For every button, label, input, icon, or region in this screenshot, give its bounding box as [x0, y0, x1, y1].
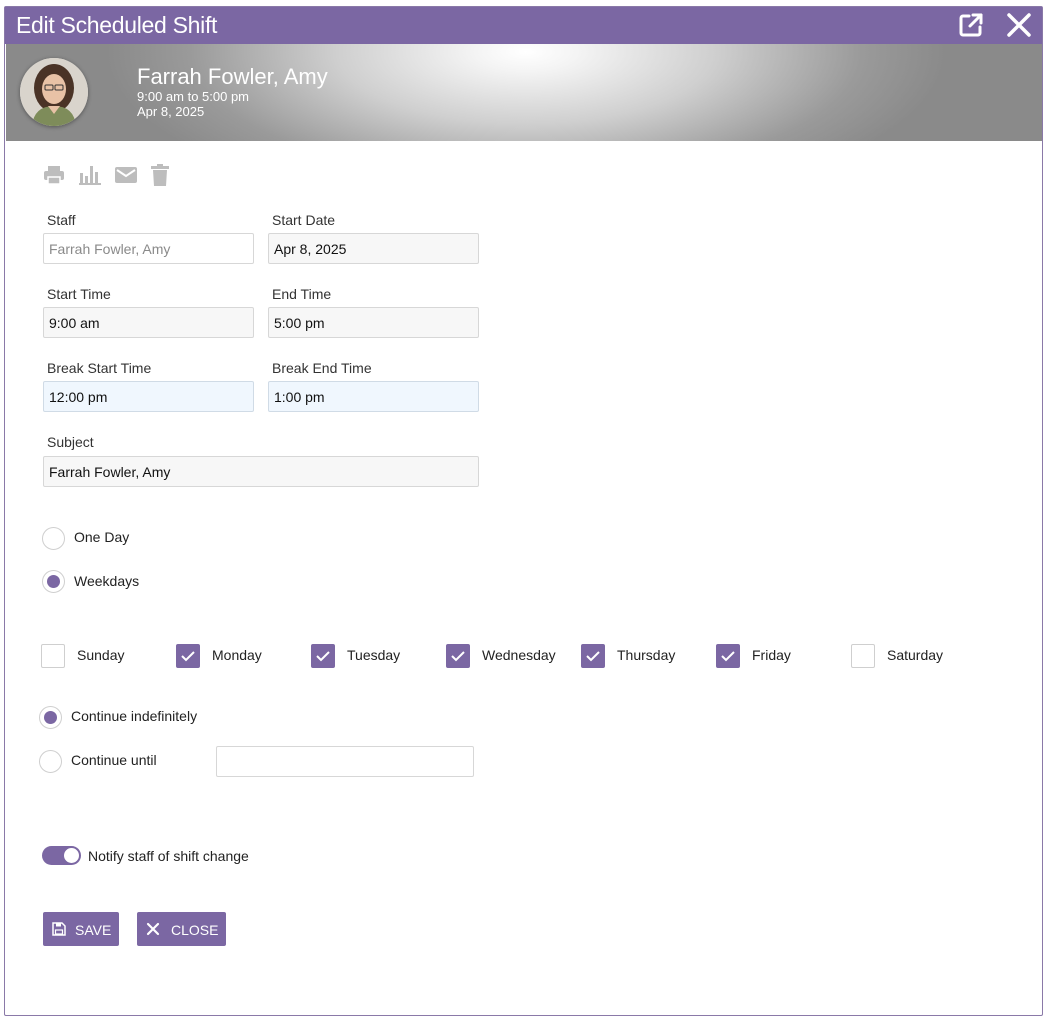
shift-date: Apr 8, 2025	[137, 104, 205, 119]
edit-shift-dialog: Edit Scheduled Shift Farrah Fowler, Amy …	[4, 6, 1043, 1016]
avatar	[20, 58, 88, 126]
dialog-titlebar: Edit Scheduled Shift	[5, 7, 1042, 44]
start-time-label: Start Time	[47, 286, 111, 302]
check-icon	[586, 651, 600, 662]
continue-until-label: Continue until	[71, 752, 157, 768]
chart-icon[interactable]	[78, 163, 102, 187]
thursday-checkbox[interactable]	[581, 644, 605, 668]
friday-label: Friday	[752, 647, 791, 663]
end-time-field[interactable]	[268, 307, 479, 338]
staff-name: Farrah Fowler, Amy	[137, 64, 328, 89]
start-time-field[interactable]	[43, 307, 254, 338]
trash-icon[interactable]	[148, 163, 172, 187]
email-icon[interactable]	[114, 163, 138, 187]
thursday-label: Thursday	[617, 647, 676, 663]
continue-until-radio[interactable]	[39, 750, 62, 773]
continue-indefinitely-radio[interactable]	[39, 706, 62, 729]
shift-time-range: 9:00 am to 5:00 pm	[137, 89, 250, 104]
one-day-label: One Day	[74, 529, 130, 545]
continue-indefinitely-label: Continue indefinitely	[71, 708, 198, 724]
continue-until-date-field[interactable]	[216, 746, 474, 777]
subject-field[interactable]	[43, 456, 479, 487]
break-end-label: Break End Time	[272, 360, 372, 376]
save-button[interactable]: SAVE	[43, 912, 119, 946]
tuesday-checkbox[interactable]	[311, 644, 335, 668]
close-button[interactable]: CLOSE	[137, 912, 226, 946]
friday-checkbox[interactable]	[716, 644, 740, 668]
sunday-checkbox[interactable]	[41, 644, 65, 668]
print-icon[interactable]	[42, 163, 66, 187]
toggle-knob	[64, 848, 79, 863]
staff-field[interactable]	[43, 233, 254, 264]
tuesday-label: Tuesday	[347, 647, 401, 663]
staff-label: Staff	[47, 212, 76, 228]
start-date-field[interactable]	[268, 233, 479, 264]
subject-label: Subject	[47, 434, 94, 450]
one-day-radio[interactable]	[42, 527, 65, 550]
saturday-checkbox[interactable]	[851, 644, 875, 668]
break-start-field[interactable]	[43, 381, 254, 412]
wednesday-checkbox[interactable]	[446, 644, 470, 668]
sunday-label: Sunday	[77, 647, 125, 663]
save-icon	[52, 922, 66, 936]
start-date-label: Start Date	[272, 212, 336, 228]
close-label: CLOSE	[171, 922, 219, 938]
break-end-field[interactable]	[268, 381, 479, 412]
wednesday-label: Wednesday	[482, 647, 556, 663]
check-icon	[316, 651, 330, 662]
notify-label: Notify staff of shift change	[88, 848, 249, 864]
check-icon	[451, 651, 465, 662]
save-label: SAVE	[75, 922, 112, 938]
weekdays-label: Weekdays	[74, 573, 140, 589]
external-link-icon[interactable]	[957, 11, 985, 39]
close-icon	[146, 922, 160, 936]
notify-toggle[interactable]	[42, 846, 81, 865]
check-icon	[721, 651, 735, 662]
break-start-label: Break Start Time	[47, 360, 152, 376]
monday-checkbox[interactable]	[176, 644, 200, 668]
weekdays-radio[interactable]	[42, 570, 65, 593]
saturday-label: Saturday	[887, 647, 944, 663]
check-icon	[181, 651, 195, 662]
dialog-title: Edit Scheduled Shift	[16, 12, 218, 38]
end-time-label: End Time	[272, 286, 332, 302]
close-icon[interactable]	[1005, 11, 1033, 39]
monday-label: Monday	[212, 647, 262, 663]
staff-header: Farrah Fowler, Amy 9:00 am to 5:00 pm Ap…	[6, 44, 1042, 141]
